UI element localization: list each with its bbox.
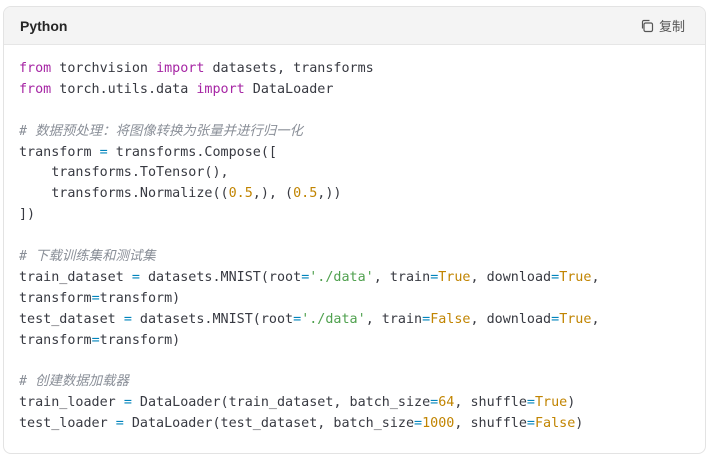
code-token: datasets.MNIST(root (139, 269, 302, 285)
code-token: from (19, 61, 52, 76)
code-line: transform=transform) (19, 289, 690, 310)
code-token: transform (19, 144, 100, 160)
code-token: 64 (438, 395, 455, 411)
code-token: = (551, 311, 560, 327)
code-line: test_dataset = datasets.MNIST(root='./da… (19, 310, 690, 331)
code-line: transform=transform) (19, 331, 690, 352)
code-line: # 下载训练集和测试集 (19, 247, 690, 268)
code-token: test_loader (19, 416, 116, 432)
code-token: , train (373, 269, 431, 285)
copy-icon (640, 19, 654, 33)
code-token: = (526, 416, 535, 432)
code-token: datasets, transforms (204, 61, 374, 76)
code-token: 0.5 (228, 186, 253, 202)
code-token: ,)) (317, 186, 342, 202)
code-token: False (534, 416, 576, 432)
code-token: train_loader (19, 395, 124, 411)
code-token: = (91, 332, 100, 348)
code-line: train_loader = DataLoader(train_dataset,… (19, 393, 690, 414)
code-token: ) (575, 416, 584, 432)
code-token: DataLoader(test_dataset, batch_size (123, 416, 415, 432)
code-line: from torch.utils.data import DataLoader (19, 80, 690, 101)
copy-button[interactable]: 复制 (636, 14, 689, 37)
code-token: False (430, 311, 471, 327)
code-token: transforms.Compose([ (107, 144, 277, 160)
code-line: transforms.ToTensor(), (19, 163, 690, 184)
code-token: train_dataset (19, 269, 132, 285)
code-line: transform = transforms.Compose([ (19, 143, 690, 164)
code-token: transform) (99, 290, 181, 306)
code-token: test_dataset (19, 311, 124, 327)
code-token: , shuffle (454, 395, 527, 411)
code-token: torchvision (51, 61, 157, 76)
code-line: # 数据预处理：将图像转换为张量并进行归一化 (19, 122, 690, 143)
code-token: , download (470, 311, 552, 327)
code-token: , (591, 311, 600, 327)
code-token: './data' (309, 269, 374, 285)
code-token: 0.5 (293, 186, 318, 202)
code-line: train_dataset = datasets.MNIST(root='./d… (19, 268, 690, 289)
code-token: 1000 (422, 416, 455, 432)
code-token: True (534, 395, 568, 411)
code-token: ) (567, 395, 576, 411)
code-token: from (19, 81, 52, 97)
language-label: Python (20, 17, 68, 34)
code-token: = (422, 311, 431, 327)
code-token: transforms.ToTensor(), (19, 165, 229, 181)
code-token: = (293, 311, 302, 327)
code-token: DataLoader(train_dataset, batch_size (131, 395, 431, 411)
code-line: test_loader = DataLoader(test_dataset, b… (19, 414, 690, 435)
code-token: datasets.MNIST(root (131, 311, 294, 327)
code-token: transform (19, 332, 92, 348)
code-token: import (156, 61, 205, 76)
code-token: = (526, 395, 535, 411)
code-token: , train (365, 311, 423, 327)
code-token: True (438, 269, 471, 285)
code-token: = (99, 144, 108, 160)
copy-label: 复制 (658, 20, 685, 35)
code-token: # 数据预处理：将图像转换为张量并进行归一化 (19, 123, 303, 139)
code-token: , shuffle (454, 416, 527, 432)
code-token: True (559, 311, 592, 327)
code-text: from torchvision import datasets, transf… (19, 59, 690, 435)
code-line: from torchvision import datasets, transf… (19, 59, 690, 80)
code-token: = (414, 416, 423, 432)
code-token: ]) (19, 207, 36, 223)
code-token: , download (470, 269, 552, 285)
code-token: './data' (301, 311, 366, 327)
code-token: = (123, 395, 132, 411)
code-token: # 下载训练集和测试集 (19, 249, 156, 265)
code-token: = (91, 290, 100, 306)
code-token: = (551, 269, 560, 285)
code-token: # 创建数据加载器 (19, 374, 129, 390)
code-token: ,), ( (252, 186, 294, 202)
code-token: transforms.Normalize(( (19, 186, 229, 202)
code-token: = (115, 416, 124, 432)
code-token: import (196, 81, 245, 97)
code-line: ]) (19, 205, 690, 226)
code-body: from torchvision import datasets, transf… (4, 45, 705, 435)
code-line: transforms.Normalize((0.5,), (0.5,)) (19, 184, 690, 205)
code-block: Python 复制 from torchvision import datase… (3, 6, 706, 454)
code-token: torch.utils.data (51, 81, 197, 97)
code-token: DataLoader (244, 81, 334, 97)
code-token: transform) (99, 332, 181, 348)
code-block-header: Python 复制 (4, 7, 705, 45)
code-token: = (131, 269, 140, 285)
code-token: True (559, 269, 592, 285)
code-token: transform (19, 290, 92, 306)
code-line: # 创建数据加载器 (19, 372, 690, 393)
code-token: = (123, 311, 132, 327)
code-token: , (591, 269, 600, 285)
